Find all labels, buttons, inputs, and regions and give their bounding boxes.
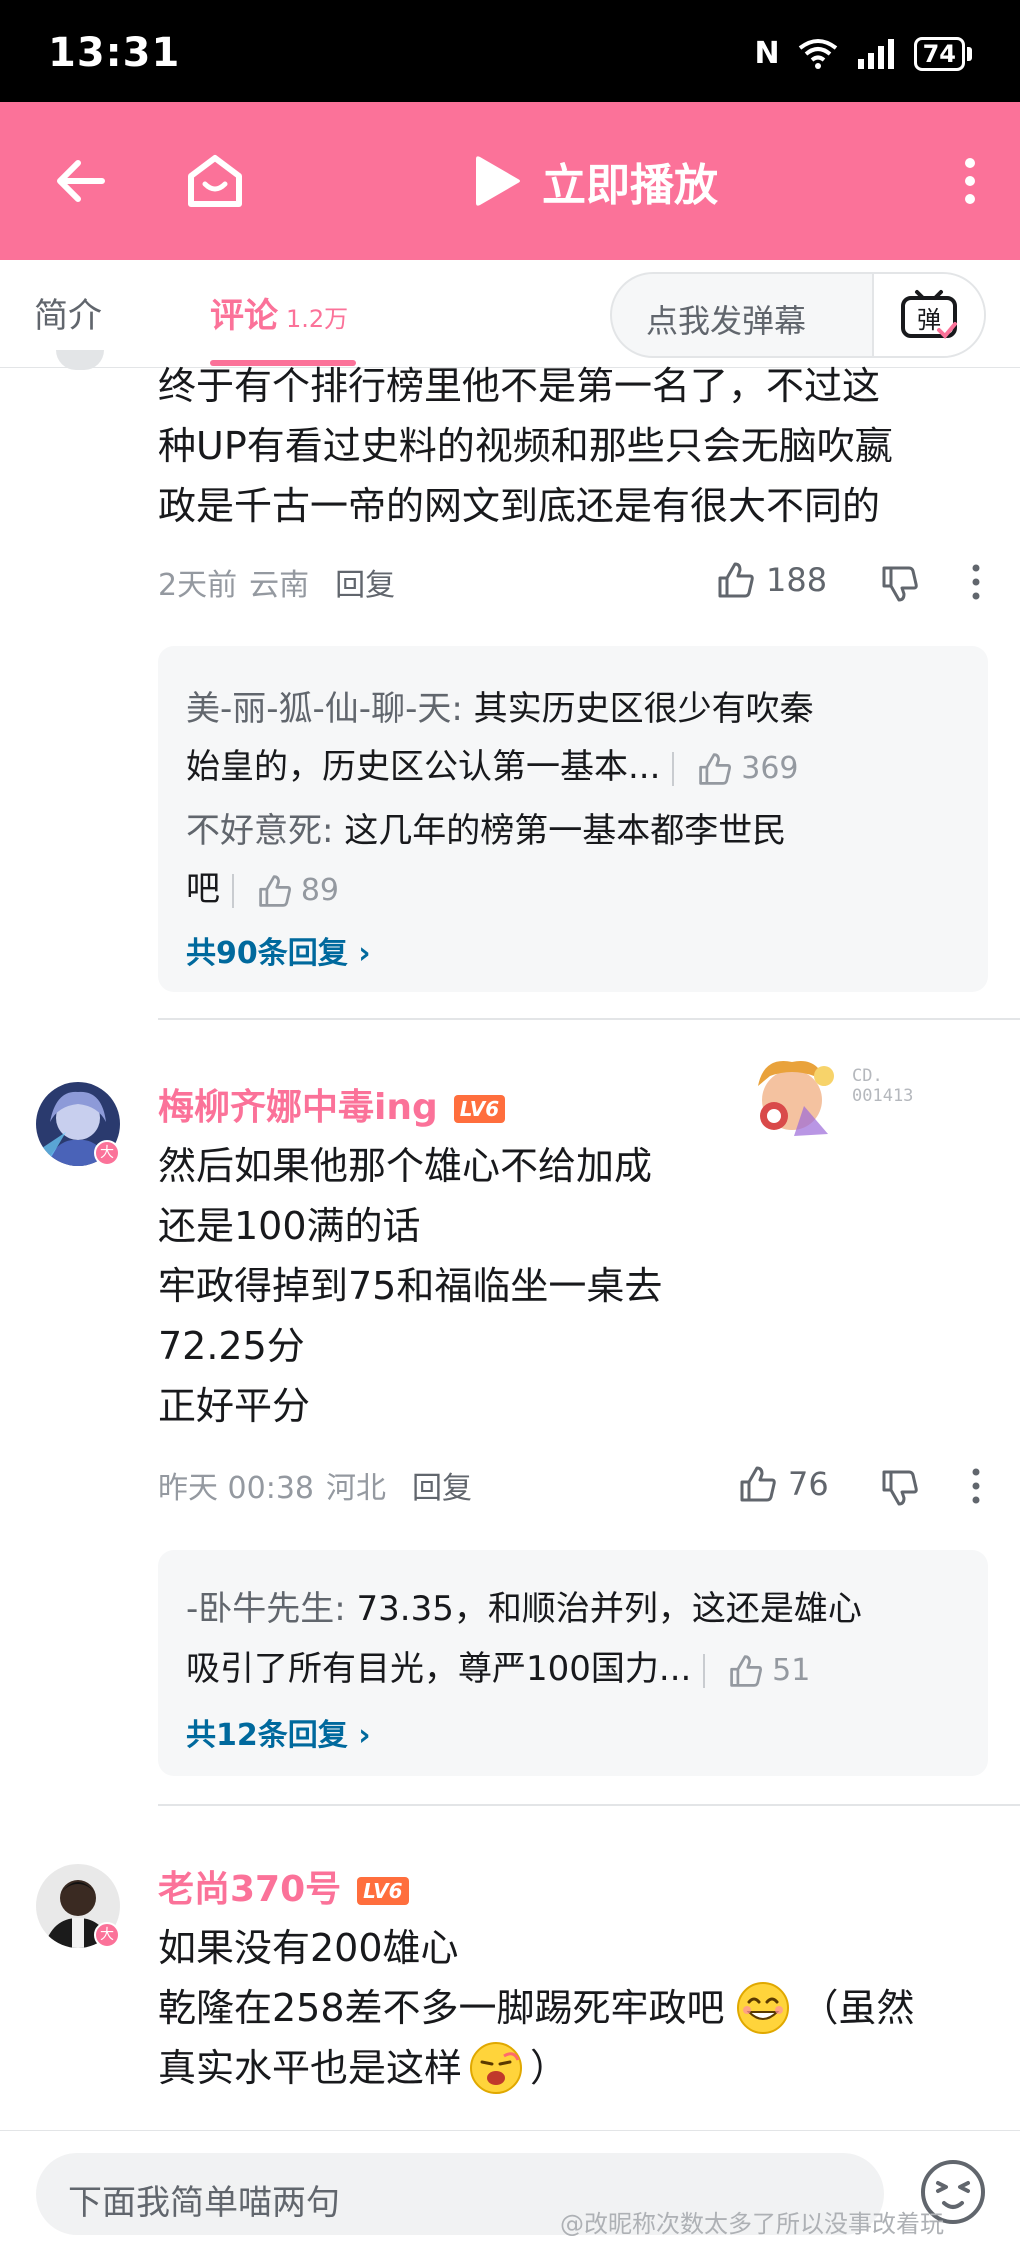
comment-time: 2天前 <box>158 568 238 603</box>
tab-comments-label: 评论 <box>210 296 278 336</box>
sub-reply-continued: 吧 89 <box>186 860 339 920</box>
watermark-text: @改昵称次数太多了所以没事改着玩 <box>560 2210 944 2238</box>
like-button[interactable]: 188 <box>716 560 827 600</box>
see-all-replies-link[interactable]: 共90条回复 › <box>186 928 371 972</box>
comment-meta: 2天前 云南 回复 <box>158 557 988 607</box>
play-now-button[interactable]: 立即播放 <box>470 102 718 260</box>
level-badge: LV6 <box>453 1095 506 1123</box>
danmaku-input[interactable]: 点我发弹幕 弹 <box>610 272 986 358</box>
wifi-icon <box>798 38 837 69</box>
sub-reply-continued: 始皇的，历史区公认第一基本... 369 <box>186 738 799 798</box>
more-menu-button[interactable] <box>940 102 1000 260</box>
comment-text: 如果没有200雄心 乾隆在258差不多一脚踢死牢政吧 （虽然 真实水平也是这样 … <box>158 1918 998 2098</box>
play-icon <box>476 156 520 206</box>
comment-text: 终于有个排行榜里他不是第一名了，不过这 种UP有看过史料的视频和那些只会无脑吹嬴… <box>158 364 893 528</box>
thumbs-up-icon <box>740 1466 776 1502</box>
sub-reply-like[interactable]: 369 <box>697 740 799 798</box>
danmaku-toggle-button[interactable]: 弹 <box>872 274 984 356</box>
comment-text: 然后如果他那个雄心不给加成 还是100满的话 牢政得掉到75和福临坐一桌去 72… <box>158 1144 663 1428</box>
comments-count: 1.2万 <box>286 305 349 333</box>
level-badge: LV6 <box>357 1877 409 1905</box>
play-now-label: 立即播放 <box>542 160 718 211</box>
app-header: 立即播放 <box>0 102 1020 260</box>
sub-replies-box[interactable]: -卧牛先生: 73.35，和顺治并列，这还是雄心 吸引了所有目光，尊严100国力… <box>158 1550 988 1776</box>
comment-input-placeholder: 下面我简单喵两句 <box>68 2183 340 2223</box>
thumbs-up-icon <box>730 1654 763 1687</box>
nfc-icon: N <box>754 36 780 71</box>
comment-time: 昨天 00:38 <box>158 1471 314 1506</box>
more-vertical-icon <box>965 158 975 204</box>
reply-button[interactable]: 回复 <box>412 1463 472 1507</box>
sub-reply-author[interactable]: -卧牛先生: <box>186 1589 346 1629</box>
chevron-right-icon: › <box>358 936 371 971</box>
vip-badge: 大 <box>94 1140 120 1166</box>
danmaku-placeholder: 点我发弹幕 <box>646 302 807 340</box>
home-icon <box>188 155 242 207</box>
like-count: 76 <box>788 1465 829 1503</box>
comment-username[interactable]: 梅柳齐娜中毒ing LV6 <box>158 1078 506 1130</box>
sub-reply[interactable]: -卧牛先生: 73.35，和顺治并列，这还是雄心 <box>186 1580 862 1638</box>
comment-location: 河北 <box>326 1471 386 1506</box>
battery-level: 74 <box>913 36 965 71</box>
chevron-right-icon: › <box>358 1718 371 1753</box>
vip-badge: 大 <box>94 1922 120 1948</box>
sub-reply[interactable]: 不好意死: 这几年的榜第一基本都李世民 <box>186 802 786 860</box>
sub-reply-author[interactable]: 不好意死: <box>186 811 333 851</box>
sub-replies-box[interactable]: 美-丽-狐-仙-聊-天: 其实历史区很少有吹秦 始皇的，历史区公认第一基本...… <box>158 646 988 992</box>
fan-badge-number: CD. 001413 <box>852 1066 914 1106</box>
sub-reply-like[interactable]: 89 <box>257 862 339 920</box>
status-icons: N 74 <box>754 36 972 71</box>
cheeky-emoji-icon <box>470 2042 523 2094</box>
thumbs-up-icon <box>718 562 754 598</box>
like-button[interactable]: 76 <box>738 1464 829 1504</box>
thumbs-up-icon <box>259 874 291 907</box>
comment-username[interactable]: 老尚370号 LV6 <box>158 1860 409 1912</box>
home-button[interactable] <box>170 102 260 260</box>
sub-reply-continued: 吸引了所有目光，尊严100国力... 51 <box>186 1640 810 1700</box>
fan-badge-image <box>744 1046 840 1142</box>
divider <box>158 1804 1020 1806</box>
battery-icon: 74 <box>913 36 972 71</box>
back-button[interactable] <box>40 102 120 260</box>
signal-icon <box>857 38 894 69</box>
thumbs-up-icon <box>699 752 732 785</box>
sub-reply[interactable]: 美-丽-狐-仙-聊-天: 其实历史区很少有吹秦 <box>186 680 814 738</box>
comment-more-icon[interactable] <box>970 564 982 600</box>
divider <box>158 1018 1020 1020</box>
comment-more-icon[interactable] <box>970 1468 982 1504</box>
back-arrow-icon <box>57 160 105 202</box>
see-all-replies-link[interactable]: 共12条回复 › <box>186 1710 371 1754</box>
comment-meta: 昨天 00:38 河北 回复 <box>158 1460 988 1510</box>
status-time: 13:31 <box>48 30 181 76</box>
reply-button[interactable]: 回复 <box>335 560 395 604</box>
sub-reply-like[interactable]: 51 <box>728 1642 810 1700</box>
thumbs-down-icon[interactable] <box>880 564 920 604</box>
comment-location: 云南 <box>249 568 310 603</box>
like-count: 188 <box>766 561 828 599</box>
smile-emoji-icon <box>736 1982 789 2034</box>
tab-comments[interactable]: 评论 1.2万 <box>210 288 348 337</box>
tab-intro[interactable]: 简介 <box>34 288 102 337</box>
danmaku-icon: 弹 <box>901 290 957 339</box>
status-bar: 13:31 N 74 <box>0 0 1020 102</box>
thumbs-down-icon[interactable] <box>880 1468 920 1508</box>
sub-reply-author[interactable]: 美-丽-狐-仙-聊-天: <box>186 689 463 729</box>
